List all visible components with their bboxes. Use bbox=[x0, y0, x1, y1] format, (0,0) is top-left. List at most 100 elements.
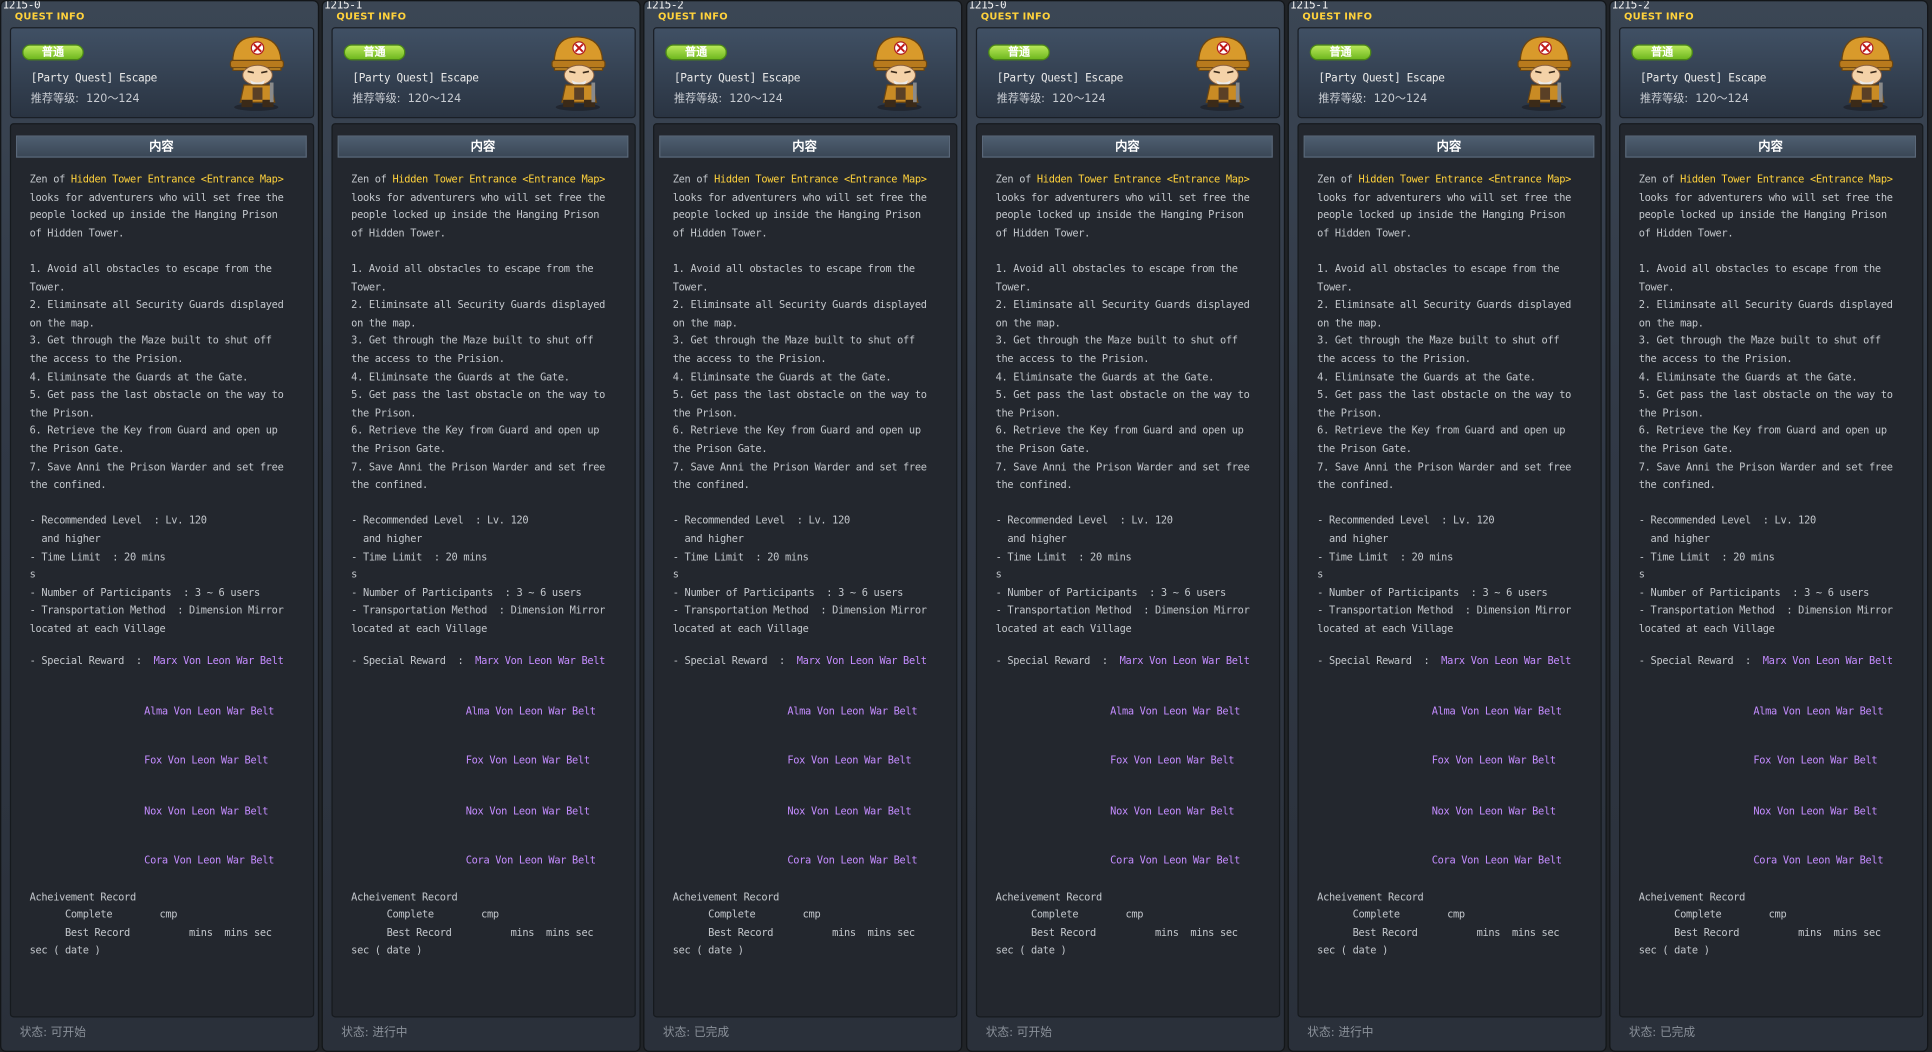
quest-content[interactable]: 内容 Zen of Hidden Tower Entrance <Entranc… bbox=[331, 123, 636, 1018]
window-title: QUEST INFO bbox=[1302, 11, 1373, 23]
intro-line: of Hidden Tower. bbox=[29, 226, 125, 239]
reward-item[interactable]: Alma Von Leon War Belt bbox=[787, 702, 961, 720]
reward-item[interactable]: Nox Von Leon War Belt bbox=[1110, 802, 1284, 820]
quest-header: 普通 [Party Quest] Escape 推荐等级: 120～124 bbox=[1619, 27, 1924, 119]
info-line: s bbox=[29, 568, 36, 581]
reward-item[interactable]: Alma Von Leon War Belt bbox=[144, 702, 318, 720]
reward-item[interactable]: Marx Von Leon War Belt bbox=[475, 654, 605, 666]
tab-content[interactable]: 内容 bbox=[1303, 135, 1595, 158]
reward-item[interactable]: Marx Von Leon War Belt bbox=[1120, 654, 1250, 666]
quest-name: [Party Quest] Escape bbox=[996, 72, 1124, 85]
special-reward: - Special Reward : Marx Von Leon War Bel… bbox=[996, 652, 1274, 670]
step-line: 5. Get pass the last obstacle on the way… bbox=[351, 388, 606, 401]
reward-item[interactable]: Alma Von Leon War Belt bbox=[466, 702, 640, 720]
step-line: 4. Eliminsate the Guards at the Gate. bbox=[995, 370, 1215, 383]
tab-content[interactable]: 内容 bbox=[659, 135, 950, 158]
quest-content[interactable]: 内容 Zen of Hidden Tower Entrance <Entranc… bbox=[653, 123, 958, 1018]
reward-item[interactable]: Cora Von Leon War Belt bbox=[787, 852, 961, 870]
step-line: 5. Get pass the last obstacle on the way… bbox=[1638, 388, 1893, 401]
tab-content[interactable]: 内容 bbox=[337, 135, 629, 158]
level-label: 推荐等级: bbox=[30, 93, 79, 106]
reward-item[interactable]: Fox Von Leon War Belt bbox=[466, 752, 640, 770]
info-line: - Time Limit : 20 mins bbox=[29, 550, 166, 563]
step-line: the Prison. bbox=[29, 406, 95, 419]
difficulty-badge: 普通 bbox=[665, 44, 727, 61]
reward-item[interactable]: Nox Von Leon War Belt bbox=[466, 802, 640, 820]
reward-item[interactable]: Fox Von Leon War Belt bbox=[1753, 752, 1927, 770]
step-line: 4. Eliminsate the Guards at the Gate. bbox=[1638, 370, 1858, 383]
reward-item[interactable]: Marx Von Leon War Belt bbox=[797, 654, 927, 666]
step-line: the Prison Gate. bbox=[1638, 442, 1734, 455]
step-line: on the map. bbox=[29, 316, 95, 329]
reward-item[interactable]: Fox Von Leon War Belt bbox=[1432, 752, 1606, 770]
step-line: Tower. bbox=[351, 280, 387, 293]
reward-item[interactable]: Marx Von Leon War Belt bbox=[1763, 654, 1893, 666]
special-reward: - Special Reward : Marx Von Leon War Bel… bbox=[1317, 652, 1595, 670]
reward-item[interactable]: Nox Von Leon War Belt bbox=[1753, 802, 1927, 820]
reward-item[interactable]: Marx Von Leon War Belt bbox=[1441, 654, 1571, 666]
level-range: 120～124 bbox=[1373, 93, 1428, 106]
reward-item[interactable]: Fox Von Leon War Belt bbox=[144, 752, 318, 770]
step-line: 4. Eliminsate the Guards at the Gate. bbox=[672, 370, 892, 383]
quest-content[interactable]: 内容 Zen of Hidden Tower Entrance <Entranc… bbox=[1619, 123, 1924, 1018]
record-line: Acheivement Record bbox=[1317, 890, 1424, 903]
npc-guard-portrait-icon bbox=[547, 33, 609, 112]
intro-place: Hidden Tower Entrance <Entrance Map> bbox=[1036, 172, 1250, 185]
reward-item[interactable]: Cora Von Leon War Belt bbox=[144, 852, 318, 870]
intro-line: people locked up inside the Hanging Pris… bbox=[672, 208, 921, 221]
tab-content[interactable]: 内容 bbox=[982, 135, 1273, 158]
info-line: - Recommended Level : Lv. 120 bbox=[995, 514, 1173, 527]
quest-info-panel: 1215-2 QUEST INFO 普通 [Party Quest] Escap… bbox=[1609, 0, 1929, 1052]
intro-prefix: Zen of bbox=[351, 172, 393, 185]
record-line: sec ( date ) bbox=[995, 944, 1067, 957]
level-range: 120～124 bbox=[86, 93, 140, 106]
info-line: - Transportation Method : Dimension Mirr… bbox=[1638, 604, 1893, 617]
window-title: QUEST INFO bbox=[657, 11, 728, 23]
record-line: Acheivement Record bbox=[995, 890, 1103, 903]
reward-item[interactable]: Nox Von Leon War Belt bbox=[787, 802, 961, 820]
reward-item[interactable]: Alma Von Leon War Belt bbox=[1432, 702, 1606, 720]
reward-item[interactable]: Cora Von Leon War Belt bbox=[1432, 852, 1606, 870]
info-line: - Time Limit : 20 mins bbox=[672, 550, 809, 563]
step-line: the Prison. bbox=[1317, 406, 1383, 419]
recommended-level: 推荐等级: 120～124 bbox=[674, 90, 783, 106]
difficulty-badge: 普通 bbox=[1309, 44, 1372, 61]
quest-content[interactable]: 内容 Zen of Hidden Tower Entrance <Entranc… bbox=[975, 123, 1281, 1018]
reward-item[interactable]: Nox Von Leon War Belt bbox=[144, 802, 318, 820]
step-line: 1. Avoid all obstacles to escape from th… bbox=[351, 262, 594, 275]
info-line: - Time Limit : 20 mins bbox=[1638, 550, 1775, 563]
intro-line: people locked up inside the Hanging Pris… bbox=[29, 208, 278, 221]
reward-item[interactable]: Marx Von Leon War Belt bbox=[154, 654, 284, 666]
info-line: - Number of Participants : 3 ~ 6 users bbox=[1638, 586, 1870, 599]
step-line: 7. Save Anni the Prison Warder and set f… bbox=[351, 460, 606, 473]
info-line: - Transportation Method : Dimension Mirr… bbox=[351, 604, 606, 617]
quest-content[interactable]: 内容 Zen of Hidden Tower Entrance <Entranc… bbox=[1297, 123, 1602, 1018]
window-title: QUEST INFO bbox=[980, 11, 1051, 23]
quest-content[interactable]: 内容 Zen of Hidden Tower Entrance <Entranc… bbox=[9, 123, 315, 1018]
record-line: sec ( date ) bbox=[1638, 944, 1710, 957]
reward-item[interactable]: Cora Von Leon War Belt bbox=[466, 852, 640, 870]
special-reward-label: - Special Reward : bbox=[1317, 654, 1430, 667]
recommended-level: 推荐等级: 120～124 bbox=[352, 90, 461, 106]
info-line: and higher bbox=[351, 532, 423, 545]
window-title: QUEST INFO bbox=[1623, 11, 1694, 23]
info-line: s bbox=[1638, 568, 1645, 581]
reward-item[interactable]: Nox Von Leon War Belt bbox=[1432, 802, 1606, 820]
step-line: 3. Get through the Maze built to shut of… bbox=[1317, 334, 1560, 347]
tab-content[interactable]: 内容 bbox=[1625, 135, 1916, 158]
reward-item[interactable]: Fox Von Leon War Belt bbox=[1110, 752, 1284, 770]
quest-intro: Zen of Hidden Tower Entrance <Entrance M… bbox=[1317, 170, 1595, 188]
reward-item[interactable]: Fox Von Leon War Belt bbox=[787, 752, 961, 770]
reward-item[interactable]: Alma Von Leon War Belt bbox=[1753, 702, 1927, 720]
tab-content[interactable]: 内容 bbox=[16, 135, 307, 158]
reward-item[interactable]: Cora Von Leon War Belt bbox=[1110, 852, 1284, 870]
intro-line: of Hidden Tower. bbox=[1638, 226, 1734, 239]
info-line: - Number of Participants : 3 ~ 6 users bbox=[672, 586, 904, 599]
reward-item[interactable]: Cora Von Leon War Belt bbox=[1753, 852, 1927, 870]
record-line: Complete cmp bbox=[351, 908, 500, 921]
reward-item[interactable]: Alma Von Leon War Belt bbox=[1110, 702, 1284, 720]
step-line: 6. Retrieve the Key from Guard and open … bbox=[672, 424, 921, 437]
intro-line: people locked up inside the Hanging Pris… bbox=[351, 208, 600, 221]
step-line: the Prison Gate. bbox=[351, 442, 446, 455]
record-line: sec ( date ) bbox=[1317, 944, 1389, 957]
